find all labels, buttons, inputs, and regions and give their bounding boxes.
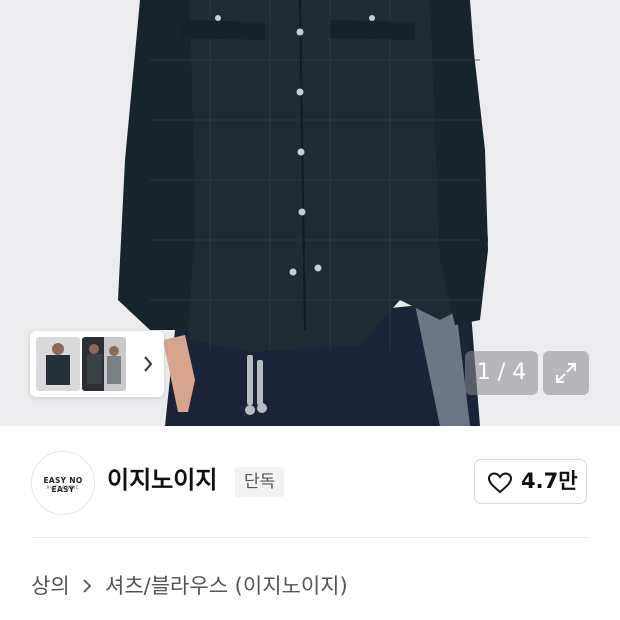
chevron-right-icon[interactable] [140,354,156,374]
product-image[interactable]: 1 / 4 [0,0,620,426]
brand-name[interactable]: 이지노이지 [107,463,217,497]
heart-icon [487,472,513,494]
brand-logo[interactable]: EASY NO EASY AUTHENTIC [31,451,95,515]
breadcrumb-item-category[interactable]: 상의 [31,569,70,603]
breadcrumb-item-subcategory[interactable]: 셔츠/블라우스 (이지노이지) [105,569,348,603]
like-count: 4.7만 [521,469,578,493]
exclusive-badge: 단독 [235,467,285,497]
divider [31,537,589,538]
breadcrumb: 상의 셔츠/블라우스 (이지노이지) [31,568,348,602]
thumbnail-strip [30,331,164,397]
chevron-right-icon [76,569,98,603]
expand-icon [556,363,576,383]
brand-logo-text: EASY NO EASY [43,476,83,494]
thumbnail-1[interactable] [36,337,80,391]
image-counter: 1 / 4 [465,351,538,395]
expand-button[interactable] [543,351,589,395]
brand-logo-subtext: AUTHENTIC [46,486,80,491]
like-button[interactable]: 4.7만 [474,459,587,504]
thumbnail-2[interactable] [82,337,126,391]
